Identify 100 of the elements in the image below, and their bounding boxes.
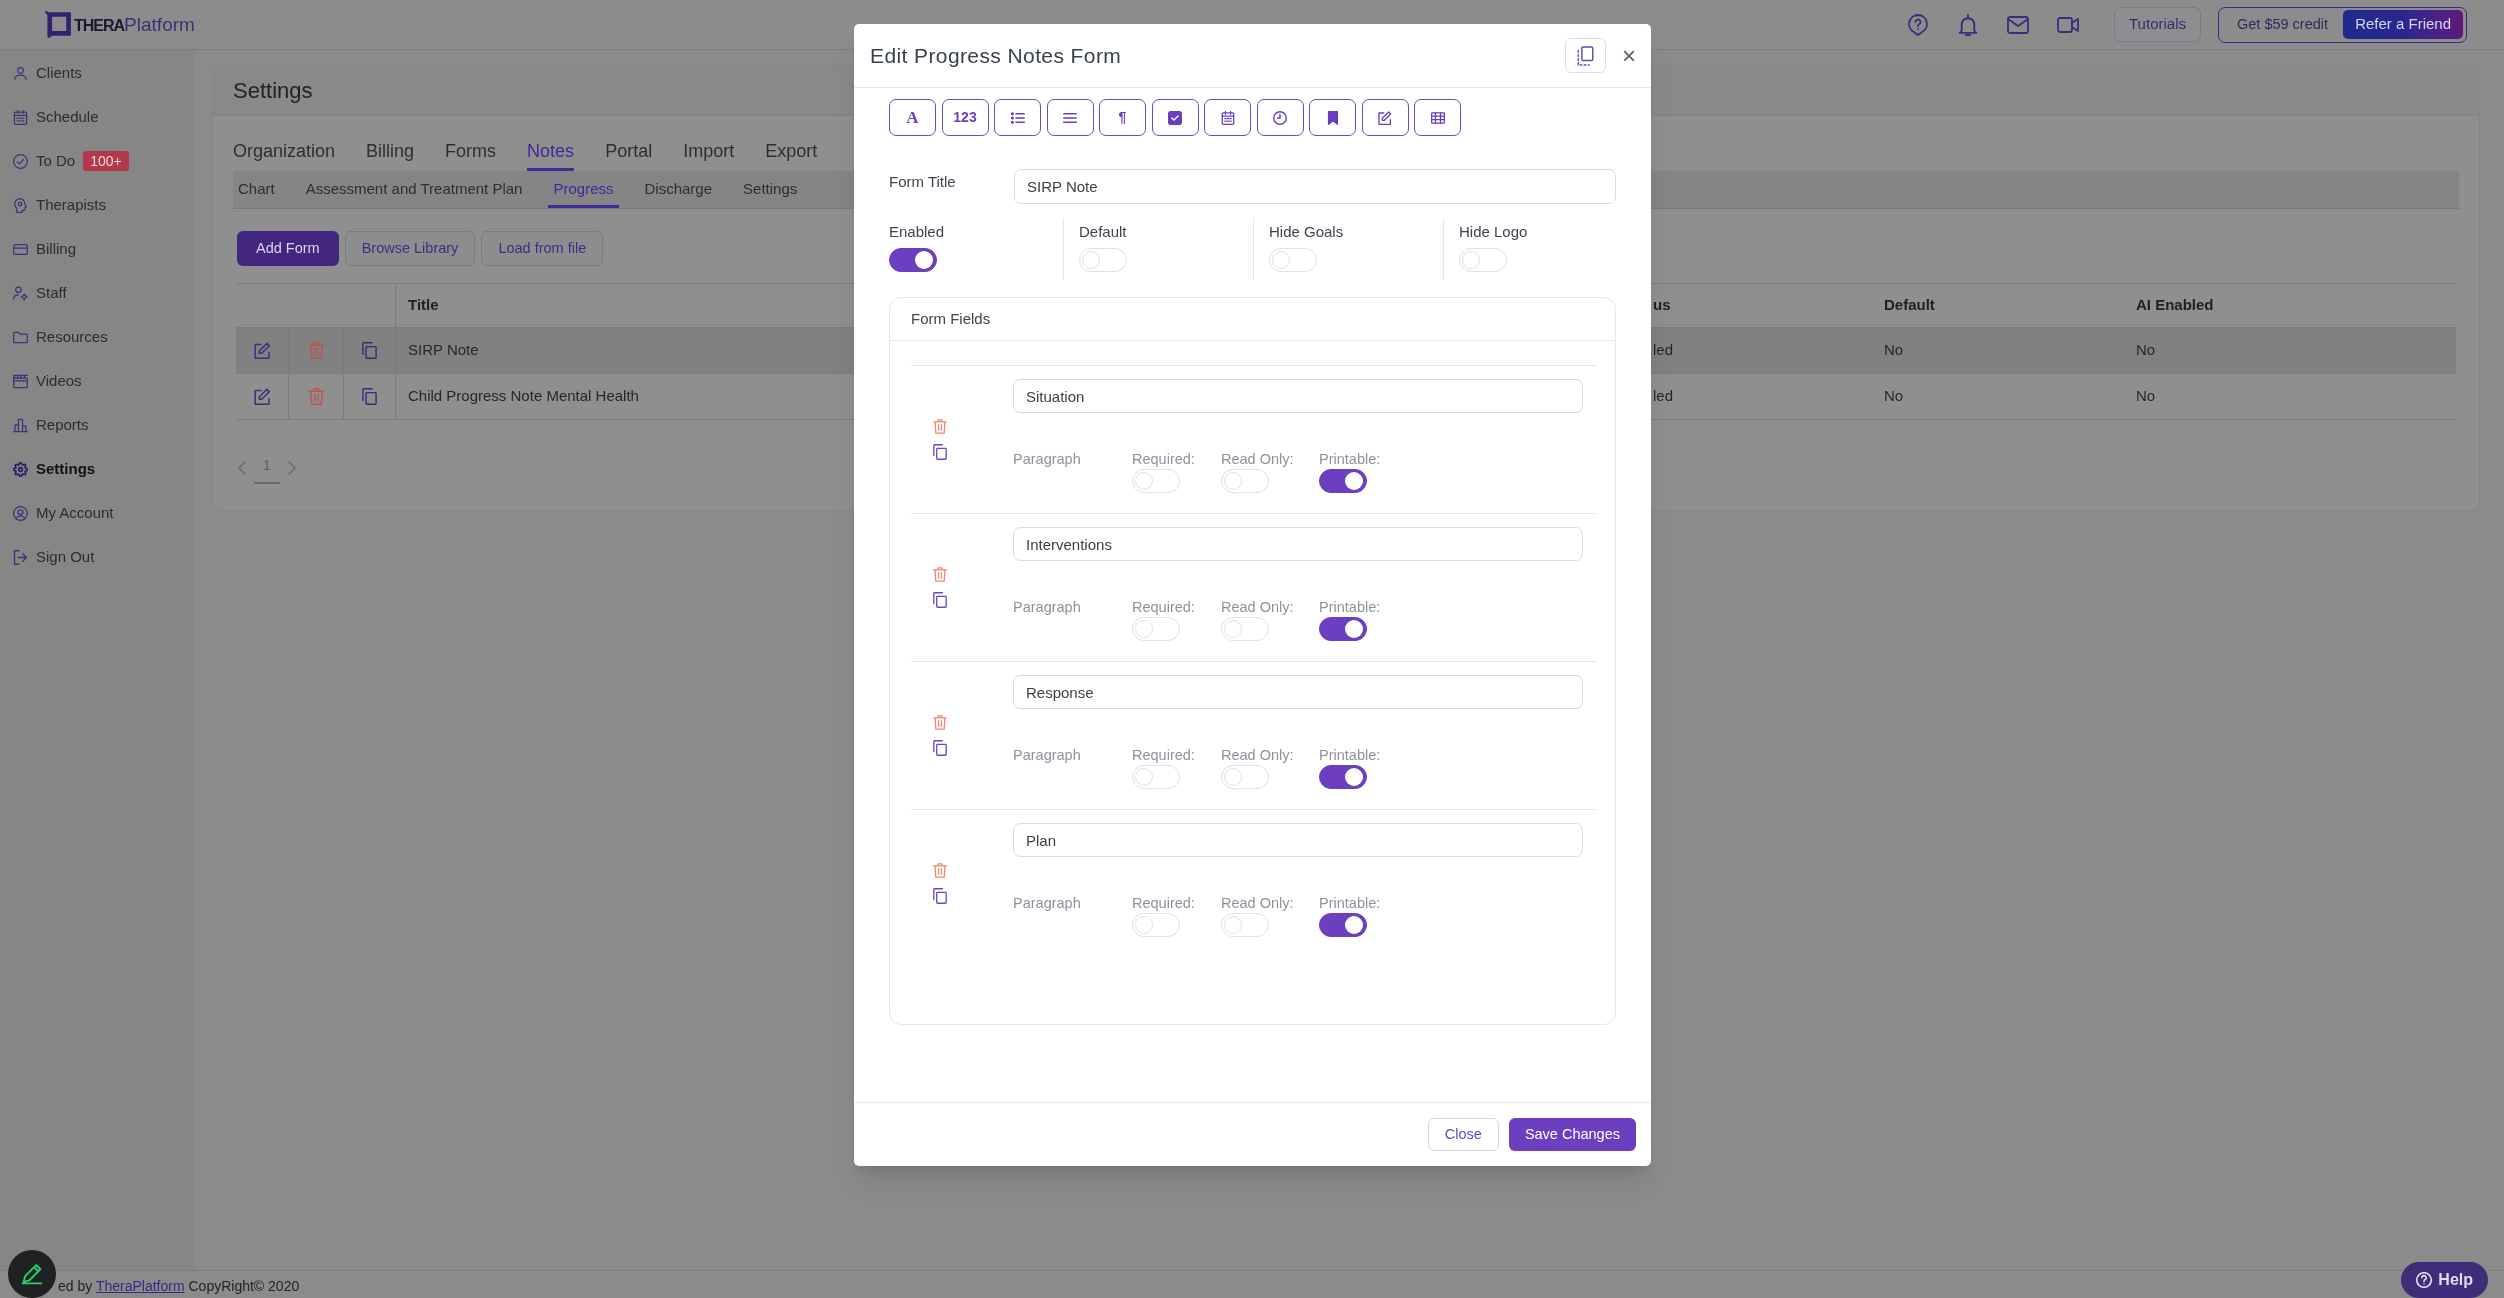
column-header: AI Enabled [2136, 295, 2214, 316]
field-type-button[interactable] [1204, 99, 1251, 136]
form-title-input[interactable]: SIRP Note [1014, 169, 1616, 204]
subtab[interactable]: Progress [548, 171, 619, 208]
toggle-switch[interactable] [1319, 913, 1367, 937]
field-type-button[interactable] [1414, 99, 1461, 136]
toggle-switch[interactable] [889, 248, 937, 272]
subtab[interactable]: Assessment and Treatment Plan [300, 171, 528, 208]
credit-card-icon [13, 241, 28, 257]
tutorials-button[interactable]: Tutorials [2114, 7, 2201, 42]
copy-icon[interactable] [933, 444, 947, 460]
field-type-button[interactable] [994, 99, 1041, 136]
tab[interactable]: Forms [445, 131, 497, 171]
option-label: Printable: [1319, 895, 1382, 912]
lines-icon [1063, 110, 1077, 125]
field-label: Form Title [889, 172, 957, 192]
table-cell-text: led [1653, 340, 1674, 361]
help-icon[interactable] [1907, 13, 1929, 36]
switch-label: Hide Goals [1269, 223, 1345, 241]
subtab[interactable]: Settings [738, 171, 803, 208]
bell-icon[interactable] [1957, 13, 1979, 36]
sidebar-item[interactable]: Settings [13, 457, 96, 481]
trash-icon[interactable] [933, 419, 947, 434]
tab[interactable]: Import [683, 131, 735, 171]
bookmark-icon [1325, 110, 1340, 125]
copy-button[interactable] [1565, 38, 1606, 73]
toggle-switch[interactable] [1319, 469, 1367, 493]
tab[interactable]: Export [765, 131, 818, 171]
field-type-label: Paragraph [1013, 747, 1082, 765]
copy-icon[interactable] [933, 888, 947, 904]
sidebar-item[interactable]: Billing [13, 237, 77, 261]
field-type-button[interactable] [1046, 99, 1094, 136]
sidebar-item[interactable]: Therapists [13, 193, 107, 217]
trash-icon[interactable] [933, 863, 947, 878]
sidebar-item[interactable]: Schedule [13, 105, 99, 129]
help-button[interactable]: Help [2401, 1262, 2488, 1298]
subtab[interactable]: Discharge [639, 171, 718, 208]
option-label: Read Only: [1221, 747, 1295, 764]
check-circle-icon [13, 153, 28, 169]
panel-title: Form Fields [911, 308, 991, 329]
copy-icon[interactable] [933, 740, 947, 756]
action-button[interactable]: Browse Library [344, 231, 476, 266]
trash-icon[interactable] [933, 715, 947, 730]
copy-icon[interactable] [361, 388, 378, 405]
field-name-input[interactable]: Response [1013, 675, 1583, 709]
save-button[interactable]: Save Changes [1508, 1118, 1636, 1151]
refer-friend-button[interactable]: Refer a Friend [2343, 10, 2463, 39]
footer-link[interactable]: TheraPlatform [95, 1278, 185, 1294]
field-name-input[interactable]: Interventions [1013, 527, 1583, 561]
mail-icon[interactable] [2007, 13, 2029, 36]
close-dialog-button[interactable]: Close [1427, 1118, 1499, 1151]
sidebar-item[interactable]: Staff [13, 281, 67, 305]
field-type-button[interactable]: 123 [941, 99, 989, 136]
tab[interactable]: Portal [605, 131, 653, 171]
folder-icon [13, 329, 28, 345]
table-cell-text: led [1653, 386, 1674, 407]
switch-label: Enabled [889, 223, 946, 241]
field-type-label: Paragraph [1013, 599, 1082, 617]
field-type-button[interactable]: ¶ [1099, 99, 1146, 136]
option-label: Printable: [1319, 451, 1382, 468]
tab[interactable]: Billing [366, 131, 415, 171]
edit-icon[interactable] [253, 388, 271, 405]
tab[interactable]: Organization [233, 131, 336, 171]
edit-icon[interactable] [253, 342, 271, 359]
option-label: Read Only: [1221, 599, 1295, 616]
sidebar-item[interactable]: My Account [13, 501, 114, 525]
field-type-button[interactable] [1309, 99, 1356, 136]
table-cell-text: No [1884, 386, 1904, 407]
logo-text[interactable]: THERAPlatform [74, 15, 195, 34]
sidebar-item[interactable]: Sign Out [13, 545, 95, 569]
field-name-input[interactable]: Plan [1013, 823, 1583, 857]
sidebar-item[interactable]: Resources [13, 325, 108, 349]
field-type-button[interactable]: A [889, 99, 936, 136]
copy-icon[interactable] [361, 342, 378, 359]
field-type-button[interactable] [1151, 99, 1199, 136]
add-form-button[interactable]: Add Form [237, 231, 339, 266]
close-button[interactable]: × [1622, 43, 1636, 68]
action-button[interactable]: Load from file [481, 231, 604, 266]
table-cell-text: No [1884, 340, 1904, 361]
field-type-button[interactable] [1256, 99, 1304, 136]
copy-icon[interactable] [933, 592, 947, 608]
user-icon [13, 65, 28, 81]
clapperboard-icon [13, 373, 28, 389]
field-type-button[interactable] [1361, 99, 1409, 136]
sidebar-item[interactable]: Videos [13, 369, 82, 393]
clock-icon [1273, 110, 1287, 125]
sidebar-item[interactable]: Reports [13, 413, 89, 437]
subtab[interactable]: Chart [233, 171, 280, 208]
user-gear-icon [13, 285, 28, 301]
trash-icon[interactable] [933, 567, 947, 582]
field-name-input[interactable]: Situation [1013, 379, 1583, 413]
sidebar-item[interactable]: To Do [13, 149, 76, 173]
toggle-switch[interactable] [1319, 765, 1367, 789]
option-label: Read Only: [1221, 451, 1295, 468]
sidebar-item[interactable]: Clients [13, 61, 82, 85]
column-header: us [1653, 295, 1671, 316]
field-type-label: Paragraph [1013, 895, 1082, 913]
toggle-switch[interactable] [1319, 617, 1367, 641]
square-logo-icon[interactable] [45, 11, 71, 38]
table-cell-text: Child Progress Note Mental Health [408, 386, 639, 407]
